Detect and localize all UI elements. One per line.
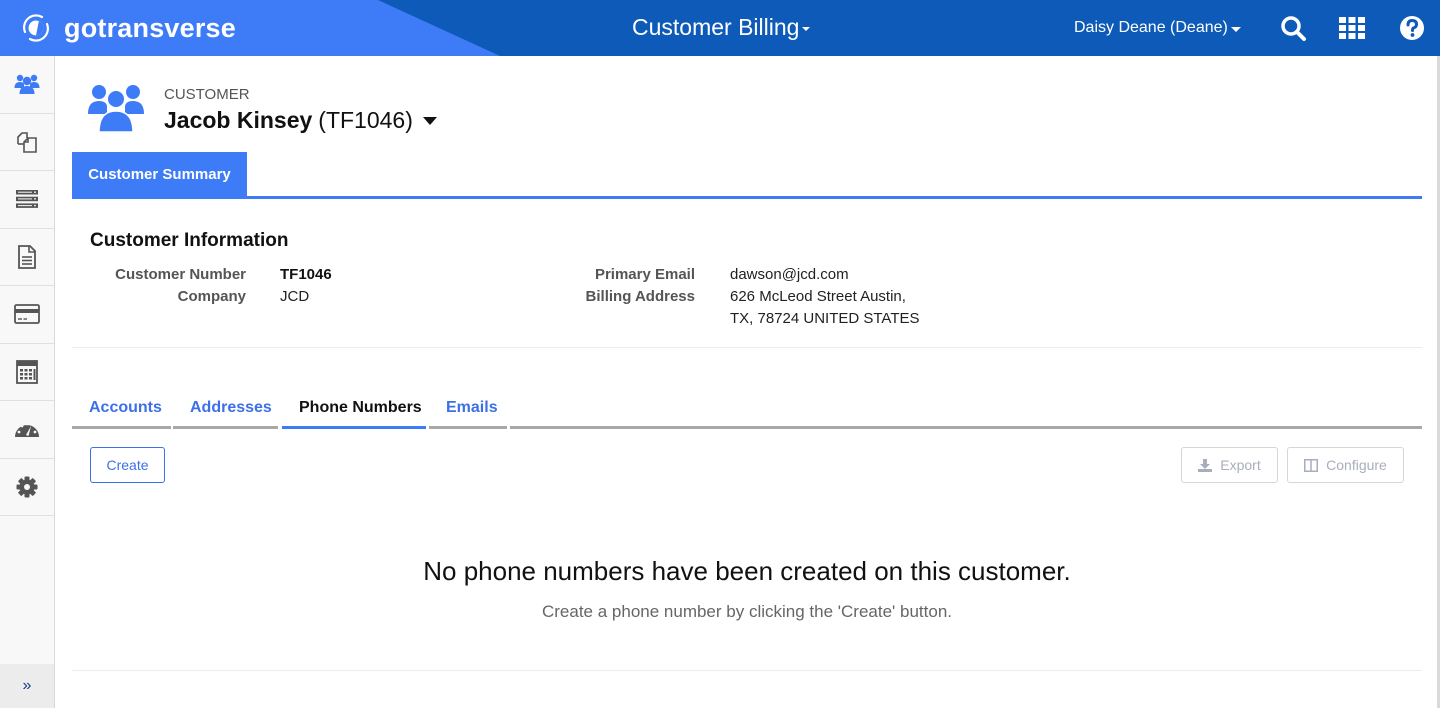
create-button[interactable]: Create — [90, 447, 165, 483]
sidebar-item-server-list[interactable] — [0, 171, 54, 229]
file-text-icon — [18, 244, 36, 269]
configure-button[interactable]: Configure — [1287, 447, 1404, 483]
tab-label: Addresses — [190, 399, 272, 416]
customers-icon — [14, 75, 40, 95]
sidebar-item-calculator[interactable] — [0, 344, 54, 401]
sidebar-item-customers[interactable] — [0, 56, 54, 114]
tab-accounts[interactable]: Accounts — [72, 390, 171, 429]
billing-address-label: Billing Address — [585, 288, 695, 305]
app-switcher-dropdown[interactable]: Customer Billing — [632, 14, 811, 41]
info-row-billing-address: Billing Address 626 McLeod Street Austin… — [492, 286, 920, 330]
company-label: Company — [177, 288, 246, 305]
user-name: Daisy Deane (Deane) — [1074, 19, 1228, 36]
section-divider — [72, 347, 1422, 348]
calculator-icon — [16, 359, 38, 384]
tab-label: Phone Numbers — [299, 399, 422, 416]
primary-email-value: dawson@jcd.com — [730, 266, 849, 283]
info-row-customer-number: Customer Number TF1046 — [72, 264, 332, 286]
sidebar-expand-button[interactable]: » — [0, 664, 54, 708]
customer-id: (TF1046) — [318, 107, 413, 133]
customer-info-right: Primary Email dawson@jcd.com Billing Add… — [492, 264, 920, 330]
billing-address-value: 626 McLeod Street Austin, TX, 78724 UNIT… — [730, 286, 920, 330]
customer-info-left: Customer Number TF1046 Company JCD — [72, 264, 332, 308]
double-chevron-right-icon: » — [22, 677, 32, 694]
sidebar-item-dashboard[interactable] — [0, 401, 54, 459]
download-icon — [1198, 458, 1213, 472]
customer-switcher-dropdown[interactable]: Jacob Kinsey (TF1046) — [164, 107, 437, 134]
customer-number-label: Customer Number — [115, 266, 246, 283]
configure-label: Configure — [1326, 457, 1387, 473]
gotransverse-logo-icon — [23, 14, 49, 42]
bottom-divider — [72, 670, 1422, 671]
apps-grid-icon[interactable] — [1338, 14, 1366, 42]
app-title: Customer Billing — [632, 14, 800, 40]
customer-name: Jacob Kinsey — [164, 107, 313, 133]
tab-addresses[interactable]: Addresses — [173, 390, 278, 429]
top-navigation-bar: gotransverse Customer Billing Daisy Dean… — [0, 0, 1440, 56]
brand-name: gotransverse — [64, 12, 236, 43]
caret-down-icon — [1230, 27, 1241, 32]
empty-state-title: No phone numbers have been created on th… — [423, 556, 1071, 586]
main-content: CUSTOMER Jacob Kinsey (TF1046) Customer … — [72, 56, 1422, 708]
sidebar-item-documents[interactable] — [0, 114, 54, 171]
customer-group-icon — [88, 85, 144, 133]
documents-icon — [17, 131, 37, 153]
primary-email-label: Primary Email — [594, 266, 695, 283]
summary-tab-bar: Customer Summary — [72, 152, 1422, 199]
customer-number-value: TF1046 — [280, 266, 332, 283]
dashboard-gauge-icon — [15, 422, 39, 438]
tab-emails[interactable]: Emails — [429, 390, 507, 429]
sidebar-item-invoices[interactable] — [0, 229, 54, 286]
help-icon[interactable] — [1398, 14, 1426, 42]
company-value: JCD — [280, 288, 310, 305]
columns-icon — [1304, 458, 1319, 472]
customer-header: CUSTOMER Jacob Kinsey (TF1046) — [88, 82, 437, 134]
caret-down-icon — [802, 27, 811, 31]
customer-label: CUSTOMER — [164, 86, 250, 103]
caret-down-icon — [422, 116, 437, 125]
export-button[interactable]: Export — [1181, 447, 1278, 483]
sidebar-item-settings[interactable] — [0, 459, 54, 516]
tab-customer-summary[interactable]: Customer Summary — [72, 152, 247, 196]
info-row-primary-email: Primary Email dawson@jcd.com — [492, 264, 920, 286]
search-icon[interactable] — [1279, 14, 1307, 42]
server-list-icon — [16, 190, 38, 209]
export-label: Export — [1220, 457, 1261, 473]
tab-label: Accounts — [89, 399, 162, 416]
billing-address-line2: TX, 78724 UNITED STATES — [730, 310, 920, 327]
credit-card-icon — [14, 304, 40, 325]
settings-gear-icon — [16, 476, 38, 498]
tab-label: Emails — [446, 399, 498, 416]
tabs-baseline — [510, 426, 1422, 429]
sidebar: » — [0, 56, 55, 708]
empty-state-subtitle: Create a phone number by clicking the 'C… — [541, 602, 952, 621]
customer-information-heading: Customer Information — [90, 230, 289, 251]
tab-phone-numbers[interactable]: Phone Numbers — [282, 390, 426, 429]
sub-tabs: Accounts Addresses Phone Numbers Emails — [72, 390, 1422, 430]
billing-address-line1: 626 McLeod Street Austin, — [730, 288, 906, 305]
brand-logo-link[interactable]: gotransverse — [18, 10, 236, 46]
sidebar-item-payments[interactable] — [0, 286, 54, 344]
info-row-company: Company JCD — [72, 286, 332, 308]
user-menu-dropdown[interactable]: Daisy Deane (Deane) — [1074, 19, 1241, 37]
